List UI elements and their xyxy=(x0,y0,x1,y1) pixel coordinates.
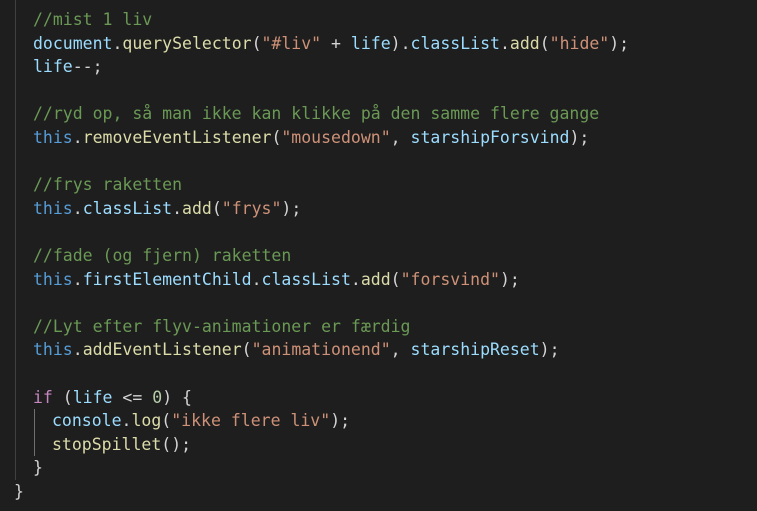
code-token: . xyxy=(350,269,361,289)
code-token: ). xyxy=(390,33,411,53)
code-token: firstElementChild xyxy=(82,269,252,289)
code-token: --; xyxy=(72,57,103,77)
indent-guide xyxy=(34,409,35,457)
indent-guide xyxy=(15,0,16,480)
code-token: if xyxy=(33,387,53,407)
code-token: . xyxy=(72,198,83,218)
code-token: add xyxy=(182,198,212,218)
code-token: this xyxy=(33,269,73,289)
code-token: classList xyxy=(410,33,500,53)
code-token: . xyxy=(121,411,132,431)
code-token: , xyxy=(390,128,411,147)
code-token: "forsvind" xyxy=(400,269,500,289)
code-line: console.log("ikke flere liv"); xyxy=(52,409,350,433)
code-token: , xyxy=(390,340,411,360)
code-token: this xyxy=(33,340,73,360)
code-token: } xyxy=(33,458,43,478)
code-token: 0 xyxy=(152,387,163,407)
code-token: (); xyxy=(161,434,192,454)
code-line: this.firstElementChild.classList.add("fo… xyxy=(33,268,520,292)
code-token: ( xyxy=(539,33,550,53)
code-token: add xyxy=(509,33,540,53)
code-token: //mist 1 liv xyxy=(33,10,153,29)
code-token: stopSpillet xyxy=(52,434,162,454)
code-token: ); xyxy=(569,128,590,147)
code-line: this.removeEventListener("mousedown", st… xyxy=(33,126,589,150)
code-token: } xyxy=(14,482,24,501)
code-token: log xyxy=(131,411,162,431)
code-token: "ikke flere liv" xyxy=(171,411,331,431)
code-token: this xyxy=(33,198,73,218)
code-token: ); xyxy=(330,411,351,431)
code-token: ); xyxy=(609,33,630,53)
code-token: ) { xyxy=(162,387,192,407)
code-token: ( xyxy=(251,33,262,53)
code-line: this.addEventListener("animationend", st… xyxy=(33,338,560,362)
code-token: . xyxy=(72,128,83,147)
code-line: if (life <= 0) { xyxy=(33,386,192,410)
code-token: document xyxy=(33,33,113,53)
code-token: ( xyxy=(271,128,282,147)
code-line: } xyxy=(14,480,24,504)
code-token: . xyxy=(72,269,83,289)
code-token: //Lyt efter flyv-animationer er færdig xyxy=(33,316,411,336)
code-token: life xyxy=(33,57,73,77)
code-token: life xyxy=(72,387,113,407)
code-token: . xyxy=(172,198,183,218)
code-token: console xyxy=(52,411,122,431)
code-token: . xyxy=(112,33,123,53)
code-line: //Lyt efter flyv-animationer er færdig xyxy=(33,315,411,339)
code-line: } xyxy=(33,456,43,480)
code-token: ( xyxy=(211,198,222,218)
code-token: ( xyxy=(241,340,252,360)
code-token: starshipForsvind xyxy=(410,128,570,147)
code-token: . xyxy=(499,33,510,53)
code-line: life--; xyxy=(33,55,103,79)
code-token: <= xyxy=(112,387,153,407)
code-token: //fade (og fjern) raketten xyxy=(33,246,292,265)
code-token: starshipReset xyxy=(410,340,540,360)
code-line: //ryd op, så man ikke kan klikke på den … xyxy=(33,102,599,126)
code-line: stopSpillet(); xyxy=(52,433,191,457)
code-token: "hide" xyxy=(549,33,610,53)
code-line: this.classList.add("frys"); xyxy=(33,197,301,221)
code-line: document.querySelector("#liv" + life).cl… xyxy=(33,32,629,56)
code-token: //ryd op, så man ikke kan klikke på den … xyxy=(33,104,600,124)
code-line: //frys raketten xyxy=(33,173,182,197)
code-line: //fade (og fjern) raketten xyxy=(33,244,291,268)
code-token: querySelector xyxy=(122,33,252,53)
code-token: this xyxy=(33,128,73,147)
code-token: life xyxy=(350,33,391,53)
code-token: . xyxy=(251,269,262,289)
code-token: ); xyxy=(539,340,560,360)
code-token: removeEventListener xyxy=(82,128,272,147)
code-token: "frys" xyxy=(221,198,282,218)
code-token: . xyxy=(72,340,83,360)
code-token: classList xyxy=(261,269,351,289)
code-token: "mousedown" xyxy=(281,128,391,147)
code-token: ); xyxy=(281,198,302,218)
code-token: ); xyxy=(499,269,520,289)
code-token: addEventListener xyxy=(82,340,242,360)
code-line: //mist 1 liv xyxy=(33,8,152,32)
code-token: "animationend" xyxy=(251,340,391,360)
code-token: + xyxy=(321,33,351,53)
code-token: //frys raketten xyxy=(33,175,183,195)
code-editor[interactable]: //mist 1 liv document.querySelector("#liv… xyxy=(0,0,757,511)
code-token: add xyxy=(360,269,391,289)
code-token: "#liv" xyxy=(261,33,322,53)
code-token: ( xyxy=(161,411,172,431)
code-token: ( xyxy=(390,269,401,289)
code-token: classList xyxy=(82,198,173,218)
code-token: ( xyxy=(52,387,73,407)
